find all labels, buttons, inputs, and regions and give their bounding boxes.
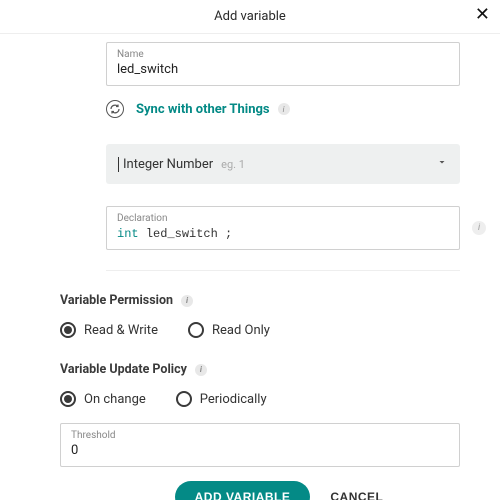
- type-select-group: Integer Number eg. 1: [106, 144, 460, 184]
- radio-icon: [60, 391, 76, 407]
- update-policy-title: Variable Update Policy: [60, 362, 187, 377]
- scroll-area[interactable]: Name Sync with other Things i Integer Nu…: [0, 34, 500, 500]
- button-row: ADD VARIABLE CANCEL: [60, 481, 460, 500]
- add-variable-button[interactable]: ADD VARIABLE: [175, 481, 311, 500]
- radio-on-change[interactable]: On change: [60, 391, 146, 407]
- radio-label: Periodically: [200, 392, 267, 407]
- name-label: Name: [117, 49, 449, 60]
- radio-icon: [60, 322, 76, 338]
- radio-read-only[interactable]: Read Only: [188, 322, 270, 338]
- sync-link[interactable]: Sync with other Things: [136, 102, 270, 117]
- declaration-identifier: led_switch ;: [146, 227, 232, 241]
- type-select[interactable]: Integer Number eg. 1: [106, 144, 460, 184]
- radio-read-write[interactable]: Read & Write: [60, 322, 158, 338]
- info-icon[interactable]: i: [195, 364, 207, 376]
- divider: [106, 270, 460, 271]
- info-icon[interactable]: i: [181, 295, 193, 307]
- form-content: Name Sync with other Things i Integer Nu…: [0, 34, 500, 500]
- radio-icon: [188, 322, 204, 338]
- permission-title-row: Variable Permission i: [60, 293, 460, 308]
- close-icon[interactable]: ✕: [475, 6, 490, 24]
- type-select-hint: eg. 1: [221, 158, 245, 171]
- name-input[interactable]: [117, 62, 449, 77]
- radio-label: Read Only: [212, 323, 270, 338]
- name-field-box[interactable]: Name: [106, 42, 460, 86]
- radio-label: On change: [84, 392, 146, 407]
- chevron-down-icon: [436, 156, 448, 172]
- declaration-box: Declaration int led_switch ;: [106, 206, 460, 250]
- modal-header: Add variable ✕: [0, 0, 500, 34]
- name-field-group: Name: [106, 42, 460, 86]
- radio-label: Read & Write: [84, 323, 158, 338]
- threshold-group: Threshold: [60, 423, 460, 467]
- cancel-button[interactable]: CANCEL: [322, 481, 391, 500]
- declaration-code: int led_switch ;: [117, 227, 232, 241]
- sync-icon[interactable]: [106, 100, 124, 118]
- info-icon[interactable]: i: [278, 103, 290, 115]
- threshold-input[interactable]: [71, 443, 449, 458]
- declaration-keyword: int: [117, 227, 139, 241]
- update-policy-title-row: Variable Update Policy i: [60, 362, 460, 377]
- type-select-label: Integer Number: [118, 157, 213, 172]
- modal-title: Add variable: [214, 9, 286, 24]
- radio-icon: [176, 391, 192, 407]
- permission-radio-row: Read & Write Read Only: [60, 322, 460, 338]
- declaration-label: Declaration: [117, 213, 449, 224]
- declaration-group: Declaration int led_switch ; i: [106, 206, 460, 250]
- info-icon[interactable]: i: [472, 221, 486, 235]
- threshold-label: Threshold: [71, 430, 449, 441]
- permission-title: Variable Permission: [60, 293, 173, 308]
- threshold-box[interactable]: Threshold: [60, 423, 460, 467]
- radio-periodically[interactable]: Periodically: [176, 391, 267, 407]
- sync-row: Sync with other Things i: [106, 100, 460, 118]
- update-policy-radio-row: On change Periodically: [60, 391, 460, 407]
